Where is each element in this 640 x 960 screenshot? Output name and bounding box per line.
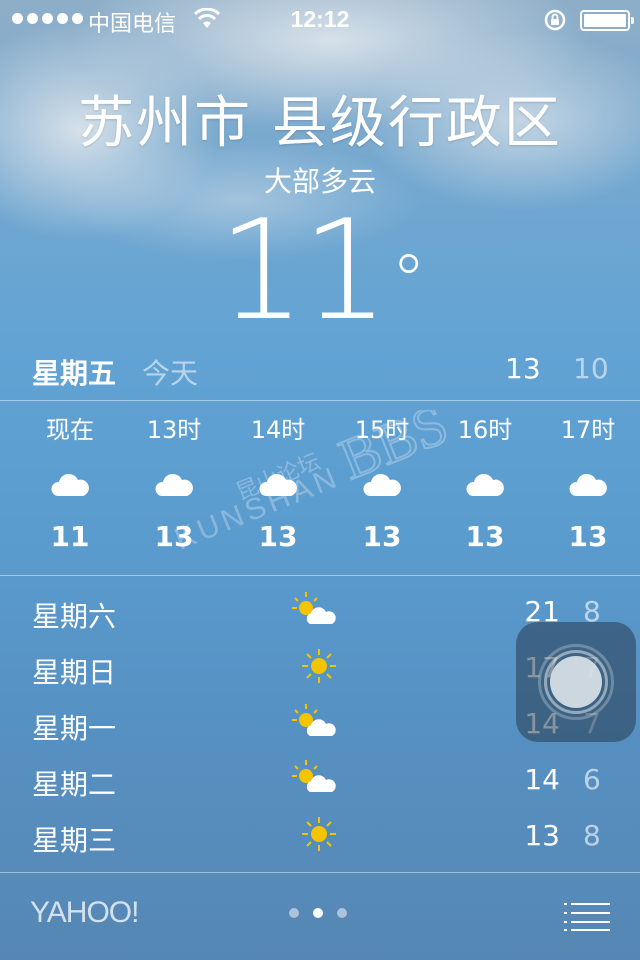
- assistive-touch-knob: [550, 656, 602, 708]
- hour-temp: 11: [50, 520, 90, 553]
- divider: [0, 400, 640, 401]
- bottom-toolbar: YAHOO!: [0, 872, 640, 960]
- battery-icon: [580, 10, 634, 31]
- forecast-day: 星期一: [32, 712, 117, 745]
- divider: [0, 575, 640, 576]
- assistive-touch-button[interactable]: [516, 622, 636, 742]
- rotation-lock-icon: [544, 9, 566, 31]
- hour-temp: 13: [154, 520, 194, 553]
- current-temperature-value: 11: [217, 190, 390, 351]
- forecast-day: 星期二: [32, 768, 117, 801]
- hour-label: 14时: [250, 416, 306, 444]
- forecast-day: 星期三: [32, 824, 117, 857]
- status-bar: 中国电信 12:12: [0, 0, 640, 40]
- current-temperature: 11°: [0, 196, 640, 346]
- sun-icon: [290, 814, 340, 861]
- hour-temp: 13: [568, 520, 608, 553]
- today-low: 10: [573, 352, 609, 385]
- page-dot-active: [313, 908, 323, 918]
- forecast-row: 星期二 14 6: [0, 758, 640, 808]
- hourly-forecast[interactable]: 现在 11 13时 13 14时 13 15时 13 16时 13 17时 13: [0, 410, 640, 570]
- sun-icon: [290, 646, 340, 693]
- list-icon[interactable]: [564, 902, 610, 932]
- partly-sunny-icon: [290, 758, 340, 805]
- cloud-icon: [18, 444, 122, 514]
- today-high: 13: [505, 352, 541, 385]
- page-dot: [289, 908, 299, 918]
- hour-item: 现在 11: [18, 410, 122, 553]
- yahoo-logo[interactable]: YAHOO!: [30, 896, 139, 930]
- forecast-high: 13: [524, 819, 560, 852]
- partly-sunny-icon: [290, 590, 340, 637]
- cloud-icon: [122, 444, 226, 514]
- hour-item: 17时 13: [536, 410, 640, 553]
- page-indicator[interactable]: [289, 908, 347, 918]
- hour-item: 14时 13: [226, 410, 330, 553]
- hour-temp: 13: [362, 520, 402, 553]
- hour-temp: 13: [258, 520, 298, 553]
- cloud-icon: [330, 444, 434, 514]
- forecast-day: 星期日: [32, 656, 117, 689]
- cloud-icon: [433, 444, 537, 514]
- cloud-icon: [226, 444, 330, 514]
- forecast-low: 8: [583, 819, 601, 852]
- hour-item: 13时 13: [122, 410, 226, 553]
- forecast-row: 星期三 13 8: [0, 814, 640, 864]
- hour-item: 15时 13: [330, 410, 434, 553]
- forecast-high: 14: [524, 763, 560, 796]
- today-label: 今天: [142, 357, 199, 390]
- page-dot: [337, 908, 347, 918]
- hour-item: 16时 13: [433, 410, 537, 553]
- degree-symbol: °: [391, 240, 426, 322]
- hour-label: 17时: [560, 416, 616, 444]
- hour-label: 13时: [146, 416, 202, 444]
- hour-label: 16时: [457, 416, 513, 444]
- forecast-day: 星期六: [32, 600, 117, 633]
- partly-sunny-icon: [290, 702, 340, 749]
- forecast-low: 6: [583, 763, 601, 796]
- hour-label: 现在: [46, 416, 94, 444]
- hour-temp: 13: [465, 520, 505, 553]
- city-name: 苏州市 县级行政区: [78, 91, 562, 156]
- hour-label: 15时: [354, 416, 410, 444]
- today-summary: 星期五 今天 13 10: [0, 352, 640, 392]
- cloud-icon: [536, 444, 640, 514]
- today-day: 星期五: [32, 357, 117, 390]
